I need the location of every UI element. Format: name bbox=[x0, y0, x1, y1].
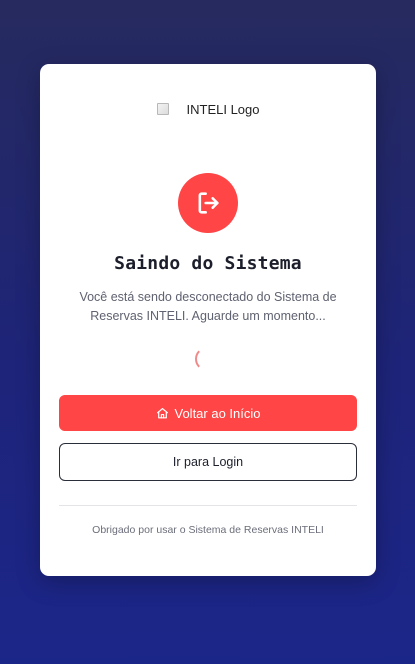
broken-image-icon bbox=[156, 103, 169, 115]
footer-text: Obrigado por usar o Sistema de Reservas … bbox=[92, 524, 324, 536]
logout-status-badge bbox=[178, 173, 238, 233]
go-to-login-label: Ir para Login bbox=[172, 455, 244, 469]
logo: INTELI Logo bbox=[40, 102, 376, 117]
loading-spinner bbox=[195, 347, 219, 371]
home-icon bbox=[156, 407, 169, 420]
logo-alt-text: INTELI Logo bbox=[186, 102, 260, 117]
status-message: Você está sendo desconectado do Sistema … bbox=[79, 290, 337, 323]
go-to-login-button[interactable]: Ir para Login bbox=[59, 443, 357, 481]
back-to-home-button[interactable]: Voltar ao Início bbox=[59, 395, 357, 431]
divider bbox=[59, 505, 357, 506]
page-title: Saindo do Sistema bbox=[114, 253, 302, 274]
back-to-home-label: Voltar ao Início bbox=[174, 405, 261, 421]
logout-icon bbox=[194, 189, 222, 217]
logout-card: INTELI Logo Saindo do Sistema Você está … bbox=[40, 64, 376, 576]
